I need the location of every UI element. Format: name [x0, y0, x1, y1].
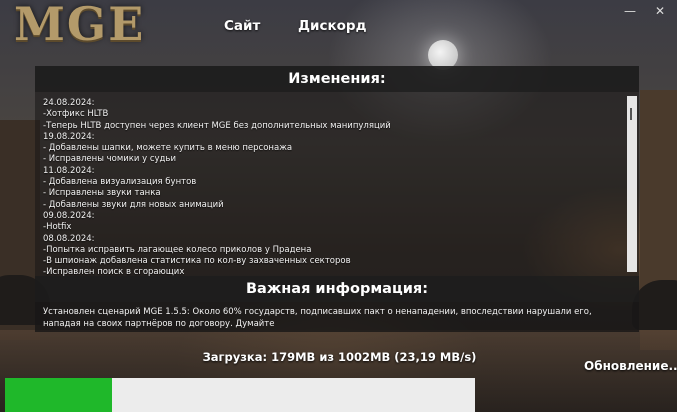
mge-logo: MGE [14, 0, 146, 51]
download-status: Загрузка: 179MB из 1002MB (23,19 MB/s) [202, 350, 477, 364]
changes-scrollbar[interactable] [627, 96, 637, 272]
close-button[interactable]: ✕ [650, 2, 670, 20]
download-progress-bar [5, 378, 475, 412]
download-progress-fill [5, 378, 112, 412]
minimize-button[interactable]: — [620, 2, 640, 20]
info-panel: Установлен сценарий MGE 1.5.5: Около 60%… [35, 302, 639, 332]
scrollbar-thumb[interactable] [630, 108, 632, 120]
nav-site-link[interactable]: Сайт [224, 18, 260, 34]
changes-title: Изменения: [35, 66, 639, 92]
nav-discord-link[interactable]: Дискорд [298, 18, 367, 34]
info-title: Важная информация: [35, 276, 639, 302]
update-status-label: Обновление... [584, 359, 677, 373]
changes-text: 24.08.2024: -Хотфикс HLTB -Теперь HLTB д… [43, 98, 391, 276]
changes-panel[interactable]: 24.08.2024: -Хотфикс HLTB -Теперь HLTB д… [35, 92, 639, 276]
info-text: Установлен сценарий MGE 1.5.5: Около 60%… [43, 307, 592, 329]
